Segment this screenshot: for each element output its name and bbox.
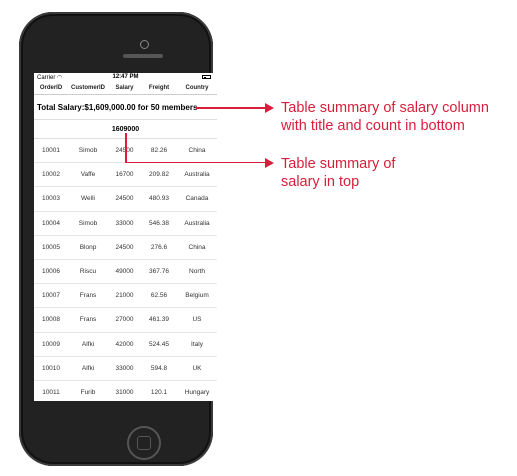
cell-customerid: Alfki [81, 340, 95, 348]
cell-salary: 27000 [115, 316, 134, 324]
status-bar: Carrier ◠ 12:47 PM [34, 73, 217, 82]
table-row[interactable]: 10010 Alfki 33000 594.8 UK [34, 357, 217, 381]
table-row[interactable]: 10005 Blonp 24500 276.6 China [34, 236, 217, 260]
cell-orderid: 10005 [41, 243, 61, 251]
cell-freight: 120.1 [150, 388, 168, 396]
cell-country: Australia [184, 219, 210, 227]
annotation-arrow-1 [265, 103, 274, 113]
cell-freight: 209.82 [149, 171, 169, 179]
table-row[interactable]: 10008 Frans 27000 461.39 US [34, 308, 217, 333]
annotation-connector-1 [196, 107, 266, 109]
battery-icon [202, 75, 211, 79]
grid-body: 10001 Simob 24500 82.26 China 10002 Vaffe 16700… [34, 139, 217, 401]
cell-salary: 42000 [115, 340, 134, 348]
cell-orderid: 10001 [41, 147, 61, 155]
annotation-arrow-2 [265, 157, 274, 168]
table-row[interactable]: 10009 Alfki 42000 524.45 Italy [34, 333, 217, 357]
cell-orderid: 10010 [41, 364, 61, 372]
annotation-top-summary: Table summary of salary in top [281, 156, 396, 190]
header-customerid[interactable]: CustomerID [68, 85, 108, 91]
cell-freight: 546.38 [149, 219, 169, 227]
cell-salary: 24500 [115, 243, 134, 251]
cell-customerid: Riscu [79, 268, 97, 276]
table-row[interactable]: 10004 Simob 33000 546.38 Australia [34, 212, 217, 236]
cell-orderid: 10003 [41, 195, 61, 203]
table-row[interactable]: 10007 Frans 21000 62.56 Belgium [34, 284, 217, 309]
speaker-grille [123, 54, 163, 58]
table-row[interactable]: 10011 Furib 31000 120.1 Hungary [34, 381, 217, 401]
header-salary[interactable]: Salary [108, 85, 141, 91]
camera-icon [140, 40, 149, 49]
cell-customerid: Frans [79, 292, 97, 300]
cell-customerid: Vaffe [80, 171, 96, 179]
cell-orderid: 10006 [41, 268, 61, 276]
cell-customerid: Simob [78, 147, 98, 155]
header-freight[interactable]: Freight [141, 85, 177, 91]
cell-country: China [188, 147, 206, 155]
table-row[interactable]: 10002 Vaffe 16700 209.82 Australia [34, 163, 217, 188]
cell-salary: 31000 [115, 388, 134, 396]
cell-customerid: Frans [79, 316, 97, 324]
home-button-icon[interactable] [127, 426, 161, 460]
cell-country: Hungary [184, 388, 210, 396]
phone-screen: Carrier ◠ 12:47 PM OrderID CustomerID Sa… [34, 73, 217, 401]
cell-country: US [192, 316, 202, 324]
cell-country: Australia [184, 171, 210, 179]
cell-salary: 33000 [115, 219, 134, 227]
cell-country: UK [192, 364, 202, 372]
cell-customerid: Alfki [81, 364, 95, 372]
annotation-bottom-summary: Table summary of salary column with titl… [281, 100, 489, 134]
table-row[interactable]: 10006 Riscu 49000 367.76 North [34, 260, 217, 285]
cell-orderid: 10011 [42, 388, 60, 396]
header-orderid[interactable]: OrderID [34, 85, 68, 91]
cell-freight: 276.6 [150, 243, 168, 251]
summary-title-row: Total Salary:$1,609,000.00 for 50 member… [34, 95, 217, 120]
cell-salary: 21000 [115, 292, 134, 300]
cell-customerid: Welli [81, 195, 95, 203]
cell-salary: 16700 [115, 171, 134, 179]
cell-customerid: Blonp [79, 243, 97, 251]
cell-orderid: 10007 [41, 292, 61, 300]
table-row[interactable]: 10003 Welli 24500 480.93 Canada [34, 187, 217, 212]
cell-orderid: 10009 [41, 340, 61, 348]
annotation-connector-2b [125, 161, 266, 163]
cell-country: Italy [191, 340, 203, 348]
cell-country: North [189, 268, 205, 276]
status-time: 12:47 PM [112, 74, 139, 80]
cell-salary: 33000 [115, 364, 134, 372]
cell-freight: 62.56 [150, 292, 168, 300]
cell-customerid: Simob [78, 219, 98, 227]
cell-orderid: 10008 [41, 316, 61, 324]
cell-freight: 524.45 [149, 340, 169, 348]
cell-salary: 49000 [115, 268, 134, 276]
cell-freight: 480.93 [149, 195, 169, 203]
annotation-connector-2 [125, 133, 127, 163]
cell-freight: 594.8 [150, 364, 168, 372]
header-country[interactable]: Country [177, 85, 217, 91]
cell-country: Canada [185, 195, 209, 203]
cell-freight: 82.26 [150, 147, 168, 155]
cell-freight: 367.76 [149, 268, 169, 276]
cell-freight: 461.39 [149, 316, 169, 324]
cell-salary: 24500 [115, 195, 134, 203]
cell-orderid: 10004 [41, 219, 61, 227]
cell-country: China [188, 243, 206, 251]
cell-country: Belgium [185, 292, 209, 300]
cell-customerid: Furib [80, 388, 96, 396]
grid-header: OrderID CustomerID Salary Freight Countr… [34, 82, 217, 95]
cell-orderid: 10002 [41, 171, 61, 179]
